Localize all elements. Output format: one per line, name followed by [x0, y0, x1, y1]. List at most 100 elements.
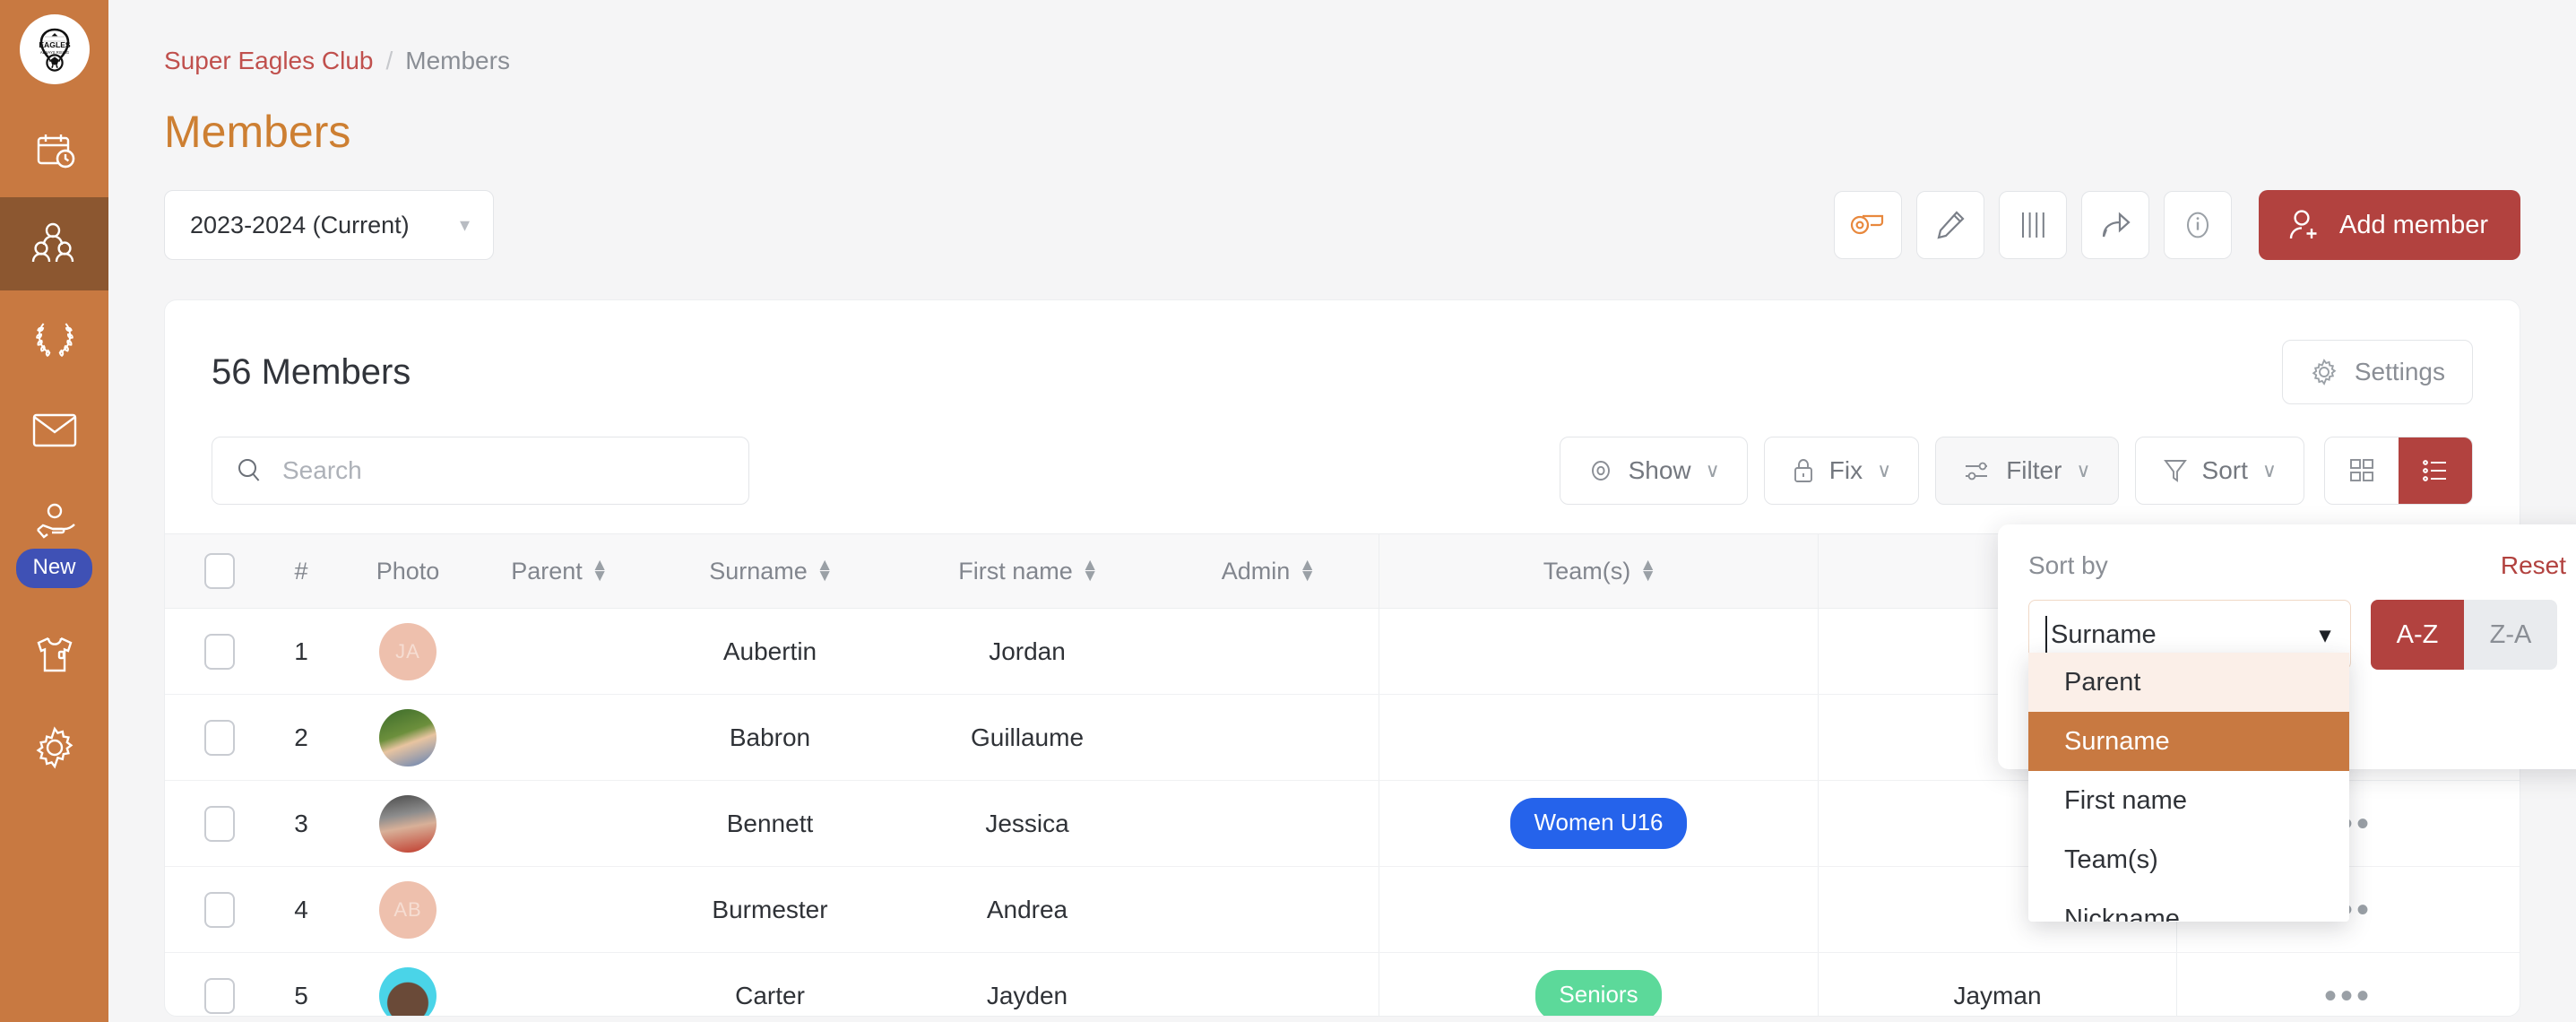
cell-surname: Carter [735, 981, 805, 1009]
sort-arrows-icon[interactable]: ▲ ▼ [817, 557, 834, 584]
sort-arrows-icon[interactable]: ▲ ▼ [1639, 557, 1656, 584]
col-admin-label: Admin [1221, 557, 1291, 585]
sort-option-first-name[interactable]: First name [2028, 771, 2349, 830]
sort-option-teams[interactable]: Team(s) [2028, 830, 2349, 889]
whistle-button[interactable] [1833, 191, 1902, 259]
sort-arrows-icon[interactable]: ▲ ▼ [592, 557, 609, 584]
col-surname[interactable]: Surname ▲ ▼ [642, 557, 898, 585]
sort-button[interactable]: Sort ∨ [2134, 437, 2304, 505]
eagles-crest-icon: EAGLES ALWAYS RISING [39, 28, 70, 72]
row-checkbox[interactable] [165, 977, 262, 1014]
avatar-photo [379, 966, 437, 1016]
col-teams-label: Team(s) [1543, 557, 1631, 585]
cell-first-name: Jessica [985, 809, 1069, 837]
club-logo[interactable]: EAGLES ALWAYS RISING [19, 14, 90, 84]
table-row[interactable]: 5 Carter Jayden Seniors Jayman ••• [165, 953, 2520, 1016]
row-checkbox[interactable] [165, 805, 262, 842]
col-first-name[interactable]: First name ▲ ▼ [898, 557, 1156, 585]
row-checkbox[interactable] [165, 633, 262, 670]
text-caret [2045, 616, 2047, 655]
row-checkbox[interactable] [165, 891, 262, 928]
chevron-down-icon: ∨ [2076, 459, 2091, 481]
sidebar-item-messages[interactable]: Messages [0, 384, 108, 477]
user-plus-icon [2289, 210, 2317, 239]
add-member-button[interactable]: Add member [2258, 190, 2520, 260]
sidebar-item-members[interactable]: Members [0, 197, 108, 290]
row-index: 1 [294, 637, 308, 665]
sidebar-item-schedule[interactable]: Schedule [0, 104, 108, 197]
avatar[interactable] [341, 794, 475, 853]
cell-surname: Burmester [712, 895, 828, 923]
sort-arrows-icon[interactable]: ▲ ▼ [1299, 557, 1316, 584]
avatar[interactable] [341, 966, 475, 1016]
row-checkbox[interactable] [165, 719, 262, 756]
team-badge[interactable]: Women U16 [1510, 798, 1687, 849]
cell-teams: Seniors [1379, 953, 1818, 1016]
breadcrumb: Super Eagles Club / Members [108, 0, 2576, 75]
settings-button[interactable]: Settings [2281, 340, 2473, 404]
sliders-icon [1966, 462, 1988, 481]
filter-button[interactable]: Filter ∨ [1935, 437, 2119, 505]
edit-button[interactable] [1915, 191, 1984, 259]
members-group-icon [31, 222, 73, 263]
members-count-title: 56 Members [212, 351, 411, 392]
share-button[interactable] [2080, 191, 2149, 259]
col-surname-label: Surname [709, 557, 808, 585]
list-view-button[interactable] [2399, 437, 2472, 504]
search-input[interactable]: Search [212, 437, 749, 505]
cell-first-name: Guillaume [970, 723, 1085, 751]
sort-option-nickname[interactable]: Nickname [2028, 889, 2349, 922]
columns-button[interactable] [1998, 191, 2067, 259]
sort-option-surname[interactable]: Surname [2028, 712, 2349, 771]
row-index: 4 [294, 895, 308, 923]
page-subbar: 2023-2024 (Current) ▾ Add member [108, 158, 2576, 260]
col-parent[interactable]: Parent ▲ ▼ [475, 557, 642, 585]
sort-panel-header: Sort by Reset [2028, 551, 2566, 580]
col-photo: Photo [376, 557, 440, 585]
payments-new-badge: New [0, 549, 108, 588]
sidebar-item-payments[interactable]: New Payments [0, 477, 108, 588]
avatar[interactable]: JA [341, 622, 475, 680]
share-arrow-icon [2102, 212, 2131, 238]
fix-label: Fix [1828, 456, 1863, 484]
info-button[interactable] [2163, 191, 2232, 259]
grid-view-button[interactable] [2325, 437, 2399, 504]
main-content: Super Eagles Club / Members Members 2023… [108, 0, 2576, 1022]
team-badge[interactable]: Seniors [1535, 970, 1662, 1016]
sidebar-item-shop[interactable]: Shop [0, 608, 108, 701]
sort-option-parent[interactable]: Parent [2028, 653, 2349, 712]
sort-asc-button[interactable]: A-Z [2371, 600, 2464, 670]
search-placeholder: Search [282, 456, 362, 484]
row-actions-icon: ••• [2323, 975, 2373, 1016]
eye-icon [1591, 461, 1610, 481]
sidebar-item-settings[interactable]: Settings [0, 701, 108, 794]
avatar[interactable] [341, 708, 475, 766]
col-first-name-label: First name [958, 557, 1073, 585]
sort-arrows-icon[interactable]: ▲ ▼ [1082, 557, 1099, 584]
row-actions-button[interactable]: ••• [2176, 953, 2520, 1016]
season-select[interactable]: 2023-2024 (Current) ▾ [164, 190, 494, 260]
chevron-down-icon: ∨ [1877, 459, 1892, 481]
sidebar-item-competitions[interactable]: Competitions [0, 290, 108, 384]
sort-field-value: Surname [2051, 619, 2157, 649]
col-teams[interactable]: Team(s) ▲ ▼ [1379, 534, 1818, 608]
col-admin[interactable]: Admin ▲ ▼ [1156, 557, 1379, 585]
show-label: Show [1628, 456, 1691, 484]
app-root: EAGLES ALWAYS RISING Schedule [0, 0, 2576, 1022]
new-badge-label: New [16, 549, 92, 588]
breadcrumb-current: Members [405, 47, 510, 74]
sort-reset-link[interactable]: Reset [2501, 551, 2566, 580]
info-circle-icon [2186, 212, 2209, 238]
filter-bar: Search Show ∨ Fix ∨ Filter ∨ Sort ∨ [165, 404, 2520, 505]
fix-button[interactable]: Fix ∨ [1763, 437, 1920, 505]
sort-label: Sort [2201, 456, 2248, 484]
season-select-value: 2023-2024 (Current) [190, 211, 410, 238]
breadcrumb-club-link[interactable]: Super Eagles Club [164, 47, 373, 75]
show-button[interactable]: Show ∨ [1559, 437, 1748, 505]
select-all-checkbox[interactable] [165, 553, 262, 589]
cell-teams [1379, 867, 1818, 952]
avatar[interactable]: AB [341, 880, 475, 939]
breadcrumb-separator: / [385, 47, 393, 74]
sort-desc-button[interactable]: Z-A [2464, 600, 2557, 670]
settings-label: Settings [2354, 358, 2445, 385]
